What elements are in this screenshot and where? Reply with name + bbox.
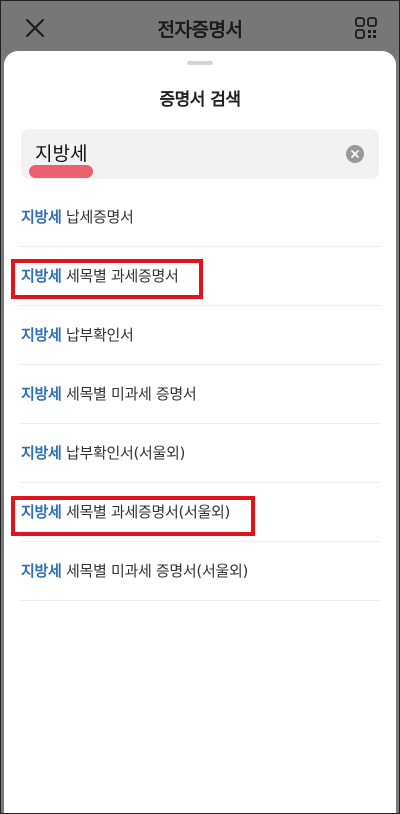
result-item[interactable]: 지방세 납세증명서	[20, 189, 380, 247]
result-highlight: 지방세	[21, 326, 62, 344]
result-item[interactable]: 지방세 세목별 미과세 증명서	[20, 366, 380, 424]
result-label: 납세증명서	[65, 208, 134, 226]
result-highlight: 지방세	[21, 385, 62, 403]
clear-icon[interactable]	[346, 145, 364, 163]
top-bar: 전자증명서	[1, 1, 399, 57]
result-label: 세목별 미과세 증명서	[65, 385, 197, 403]
result-item[interactable]: 지방세 세목별 미과세 증명서(서울외)	[20, 543, 380, 601]
page-title: 전자증명서	[157, 19, 243, 41]
screen-frame: 전자증명서 증명서 검색 지방세 납세증명서	[0, 0, 400, 814]
result-item[interactable]: 지방세 납부확인서	[20, 307, 380, 365]
result-item[interactable]: 지방세 납부확인서(서울외)	[20, 425, 380, 483]
sheet-title: 증명서 검색	[159, 90, 241, 110]
annotation-box	[11, 259, 203, 299]
annotation-underline	[29, 165, 93, 178]
result-label: 납부확인서(서울외)	[65, 444, 186, 462]
drag-handle[interactable]	[187, 61, 213, 65]
qr-code-icon[interactable]	[355, 17, 377, 39]
result-label: 세목별 미과세 증명서(서울외)	[65, 562, 249, 580]
search-box[interactable]	[21, 129, 379, 179]
result-highlight: 지방세	[21, 562, 62, 580]
result-highlight: 지방세	[21, 208, 62, 226]
result-label: 납부확인서	[65, 326, 134, 344]
result-highlight: 지방세	[21, 444, 62, 462]
search-input[interactable]	[35, 141, 335, 163]
search-sheet: 증명서 검색 지방세 납세증명서 지방세 세목별 과세증명서 지방세 납부확인서…	[4, 51, 396, 813]
annotation-box	[11, 496, 255, 536]
